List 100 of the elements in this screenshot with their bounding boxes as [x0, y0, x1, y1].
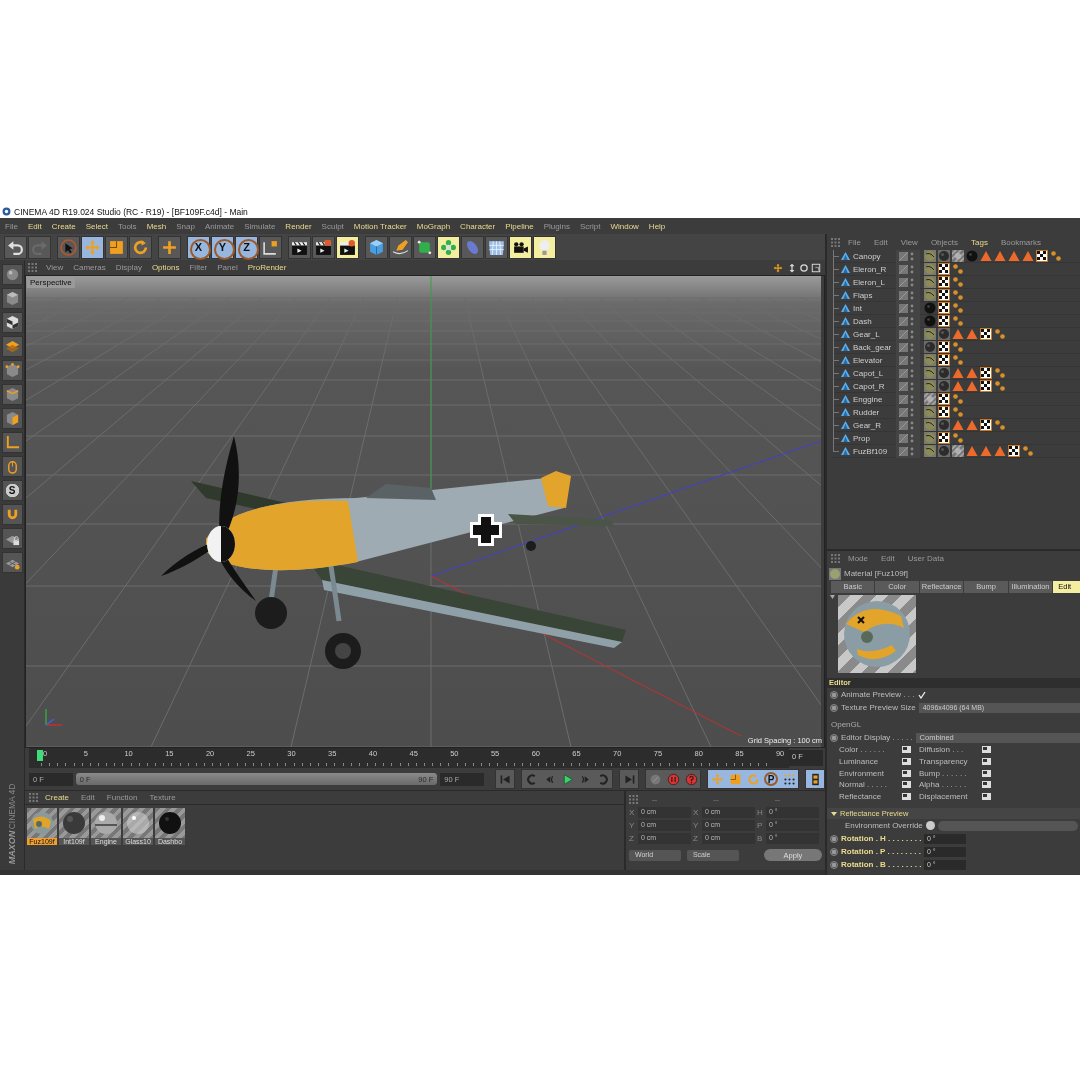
object-name[interactable]: Capot_L — [853, 368, 884, 378]
menu-item[interactable]: Tags — [966, 238, 993, 247]
axis-tool-button[interactable] — [1, 432, 23, 453]
select-tool-button[interactable] — [57, 235, 80, 259]
channel-toggle-icon[interactable] — [982, 758, 991, 766]
channel-toggle-icon[interactable] — [902, 793, 911, 801]
menu-item[interactable]: Filter — [184, 263, 213, 272]
menu-item[interactable]: Plugins — [538, 221, 575, 231]
menu-item[interactable]: Mode — [843, 554, 873, 563]
menu-item[interactable]: File — [0, 221, 23, 231]
axis-lock-button[interactable]: Z — [235, 235, 258, 259]
snap-tool-button[interactable]: S — [1, 480, 23, 501]
render-view-tool-button[interactable] — [288, 235, 311, 259]
channel-toggle-icon[interactable] — [982, 769, 991, 777]
menu-item[interactable]: Tools — [112, 221, 142, 231]
menu-item[interactable]: Create — [46, 221, 81, 231]
menu-item[interactable]: Sculpt — [316, 221, 349, 231]
menu-item[interactable]: Edit — [876, 554, 900, 563]
animation-dot-icon[interactable] — [830, 834, 838, 843]
coordinates-tool-button[interactable] — [259, 235, 282, 259]
sphere-tool-button[interactable] — [1, 264, 23, 285]
edges-tool-button[interactable] — [1, 384, 23, 405]
floor-tool-button[interactable] — [485, 235, 508, 259]
rotate-tool-button[interactable] — [129, 235, 152, 259]
object-name[interactable]: Capot_R — [853, 381, 885, 391]
channel-toggle-icon[interactable] — [982, 781, 991, 789]
menu-item[interactable]: Function — [101, 793, 143, 802]
object-name[interactable]: Eleron_R — [853, 264, 887, 274]
menu-item[interactable]: Mesh — [141, 221, 172, 231]
menu-item[interactable]: Edit — [22, 221, 47, 231]
menu-item[interactable]: Window — [605, 221, 644, 231]
lock-tool-button[interactable] — [1, 528, 23, 549]
object-name[interactable]: Back_gear — [853, 342, 892, 352]
menu-item[interactable]: View — [895, 238, 923, 247]
menu-item[interactable]: Edit — [868, 238, 893, 247]
menu-item[interactable]: Animate — [199, 221, 240, 231]
cube-tool-button[interactable] — [365, 235, 388, 259]
menu-item[interactable]: Texture — [144, 793, 181, 802]
scale-tool-button[interactable] — [105, 235, 128, 259]
object-name[interactable]: Gear_L — [853, 329, 880, 339]
axis-lock-button[interactable]: X — [187, 235, 210, 259]
cloner-tool-button[interactable] — [437, 235, 460, 259]
menu-item[interactable]: Help — [643, 221, 671, 231]
camera-label[interactable]: Perspective — [27, 277, 75, 288]
menu-item[interactable]: Select — [80, 221, 113, 231]
model-tool-button[interactable] — [1, 288, 23, 309]
camera-tool-button[interactable] — [509, 235, 532, 259]
animation-dot-icon[interactable] — [830, 847, 838, 856]
object-name[interactable]: FuzBf109 — [853, 446, 888, 456]
object-name[interactable]: Canopy — [853, 251, 881, 261]
menu-item[interactable]: MoGraph — [411, 221, 456, 231]
channel-toggle-icon[interactable] — [982, 746, 991, 754]
menu-item[interactable]: Bookmarks — [995, 238, 1046, 247]
grid-tool-button[interactable] — [1, 552, 23, 573]
collapse-icon[interactable] — [830, 595, 835, 599]
polygons-tool-button[interactable] — [1, 408, 23, 429]
light-tool-button[interactable] — [533, 235, 556, 259]
key-param-button[interactable]: P — [762, 770, 780, 788]
move-tool-button[interactable] — [81, 235, 104, 259]
channel-toggle-icon[interactable] — [902, 758, 911, 766]
menu-item[interactable]: ProRender — [242, 263, 292, 272]
menu-item[interactable]: Edit — [76, 793, 100, 802]
checkbox[interactable] — [917, 689, 928, 700]
menu-item[interactable]: Script — [574, 221, 606, 231]
menu-item[interactable]: User Data — [902, 554, 949, 563]
link-field[interactable] — [937, 820, 1078, 831]
menu-item[interactable]: Display — [110, 263, 147, 272]
menu-item[interactable]: Objects — [925, 238, 963, 247]
object-name[interactable]: Rudder — [853, 407, 880, 417]
menu-item[interactable]: Pipeline — [500, 221, 539, 231]
object-name[interactable]: Flaps — [853, 290, 873, 300]
animation-dot-icon[interactable] — [830, 703, 838, 712]
object-name[interactable]: Int — [853, 303, 862, 313]
menu-item[interactable]: Character — [455, 221, 501, 231]
animation-dot-icon[interactable] — [830, 860, 838, 869]
axis-lock-button[interactable]: Y — [211, 235, 234, 259]
object-name[interactable]: Prop — [853, 433, 870, 443]
animation-dot-icon[interactable] — [830, 733, 838, 742]
object-name[interactable]: Enggine — [853, 394, 883, 404]
menu-item[interactable]: Panel — [212, 263, 243, 272]
menu-item[interactable]: File — [843, 238, 866, 247]
subdivision-tool-button[interactable] — [413, 235, 436, 259]
add-tool-button[interactable] — [158, 235, 181, 259]
menu-item[interactable]: Snap — [171, 221, 200, 231]
object-name[interactable]: Elevator — [853, 355, 883, 365]
magnet-tool-button[interactable] — [1, 504, 23, 525]
tweak-tool-button[interactable] — [1, 456, 23, 477]
menu-item[interactable]: View — [41, 263, 69, 272]
expanded-arrow-icon[interactable] — [831, 810, 837, 817]
render-picture-tool-button[interactable] — [312, 235, 335, 259]
object-name[interactable]: Gear_R — [853, 420, 881, 430]
channel-toggle-icon[interactable] — [902, 769, 911, 777]
points-tool-button[interactable] — [1, 360, 23, 381]
channel-toggle-icon[interactable] — [902, 746, 911, 754]
menu-item[interactable]: Render — [280, 221, 317, 231]
undo-tool-button[interactable] — [4, 235, 27, 259]
animation-dot-icon[interactable] — [830, 690, 838, 699]
object-name[interactable]: Dash — [853, 316, 872, 326]
texture-tool-button[interactable] — [1, 312, 23, 333]
workplane-tool-button[interactable] — [1, 336, 23, 357]
